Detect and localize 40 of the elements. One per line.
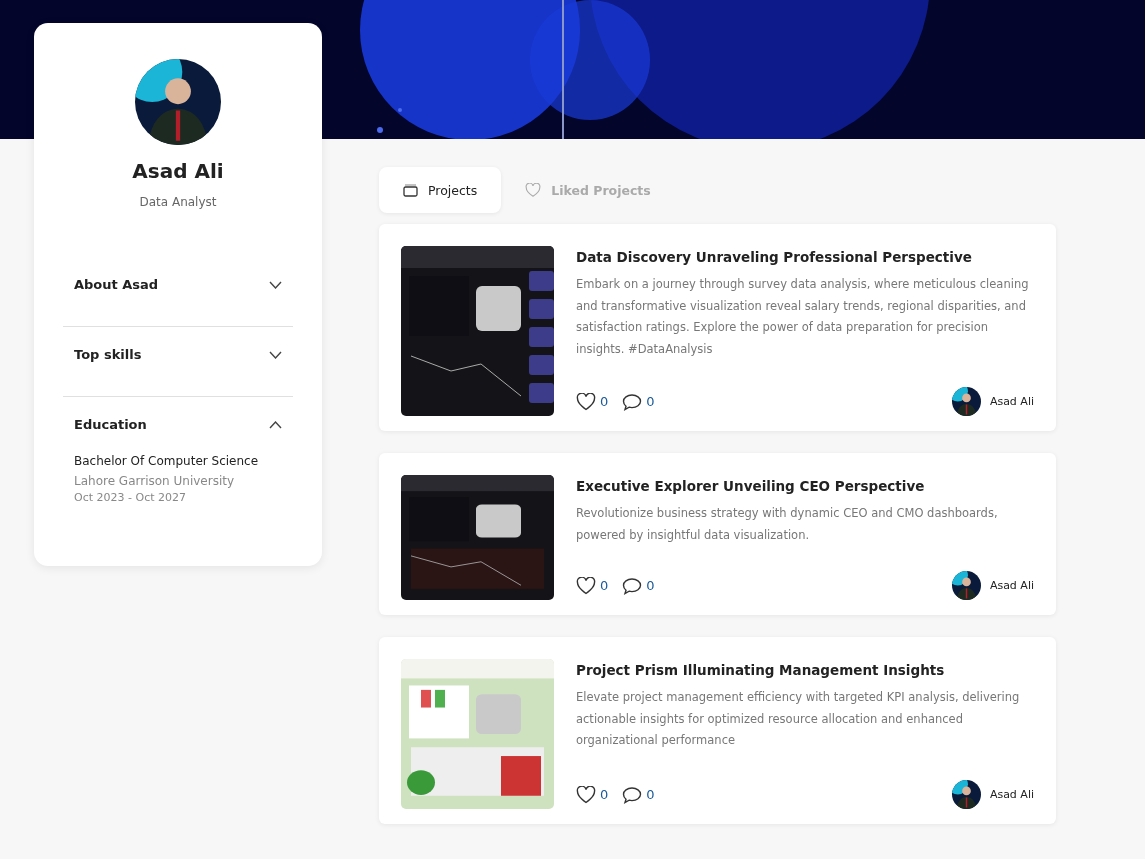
comment-icon	[622, 785, 643, 804]
chevron-icon	[269, 420, 282, 429]
project-description: Elevate project management efficiency with targeted KPI analysis, delivering actionable insights for optimized resource allocation and enhanced organizational performance	[576, 689, 1021, 749]
heart-icon	[576, 785, 596, 804]
like-button[interactable]: 0	[576, 392, 609, 411]
project-card[interactable]: Executive Explorer Unveiling CEO Perspective Revolutionize business strategy with dynamic CEO and CMO dashboards, powered by insightful data visualization. 0 0 Asad Ali	[379, 453, 1056, 615]
avatar	[951, 387, 981, 416]
comment-icon	[622, 392, 643, 411]
avatar	[951, 780, 981, 809]
profile-name: Asad Ali	[132, 159, 224, 183]
avatar	[951, 571, 981, 600]
folder-icon	[403, 183, 418, 197]
project-description: Revolutionize business strategy with dynamic CEO and CMO dashboards, powered by insightful data visualization.	[576, 505, 999, 544]
like-button[interactable]: 0	[576, 785, 609, 804]
accordion-header[interactable]: Top skills	[74, 347, 282, 362]
tab[interactable]: Projects	[379, 167, 502, 213]
author-name: Asad Ali	[989, 788, 1034, 801]
chevron-icon	[269, 350, 282, 359]
heart-icon	[576, 392, 596, 411]
dates: Oct 2023 - Oct 2027	[74, 491, 187, 504]
heart-icon	[525, 182, 542, 198]
school: Lahore Garrison University	[74, 474, 236, 488]
like-button[interactable]: 0	[576, 576, 609, 595]
project-title[interactable]: Project Prism Illuminating Management Insights	[576, 662, 1034, 678]
comment-button[interactable]: 0	[622, 392, 655, 411]
profile-role: Data Analyst	[139, 195, 217, 209]
chevron-icon	[269, 280, 282, 289]
project-title[interactable]: Data Discovery Unraveling Professional Perspective	[576, 249, 1034, 265]
heart-icon	[576, 576, 596, 595]
author-name: Asad Ali	[989, 579, 1034, 592]
accordion-header[interactable]: Education	[74, 417, 282, 432]
comment-button[interactable]: 0	[622, 785, 655, 804]
project-description: Embark on a journey through survey data analysis, where meticulous cleaning and transformative visualization reveal salary trends, regional disparities, and satisfaction ratings. Explore the power of data preparation for precision insights. #DataAnalysis	[576, 276, 1030, 358]
comment-icon	[622, 576, 643, 595]
author-name: Asad Ali	[989, 395, 1034, 408]
project-card[interactable]	[379, 224, 1056, 431]
degree: Bachelor Of Computer Science	[74, 454, 260, 468]
project-title[interactable]: Executive Explorer Unveiling CEO Perspective	[576, 478, 1034, 494]
comment-button[interactable]: 0	[622, 576, 655, 595]
accordion-header[interactable]: About Asad	[74, 277, 282, 292]
